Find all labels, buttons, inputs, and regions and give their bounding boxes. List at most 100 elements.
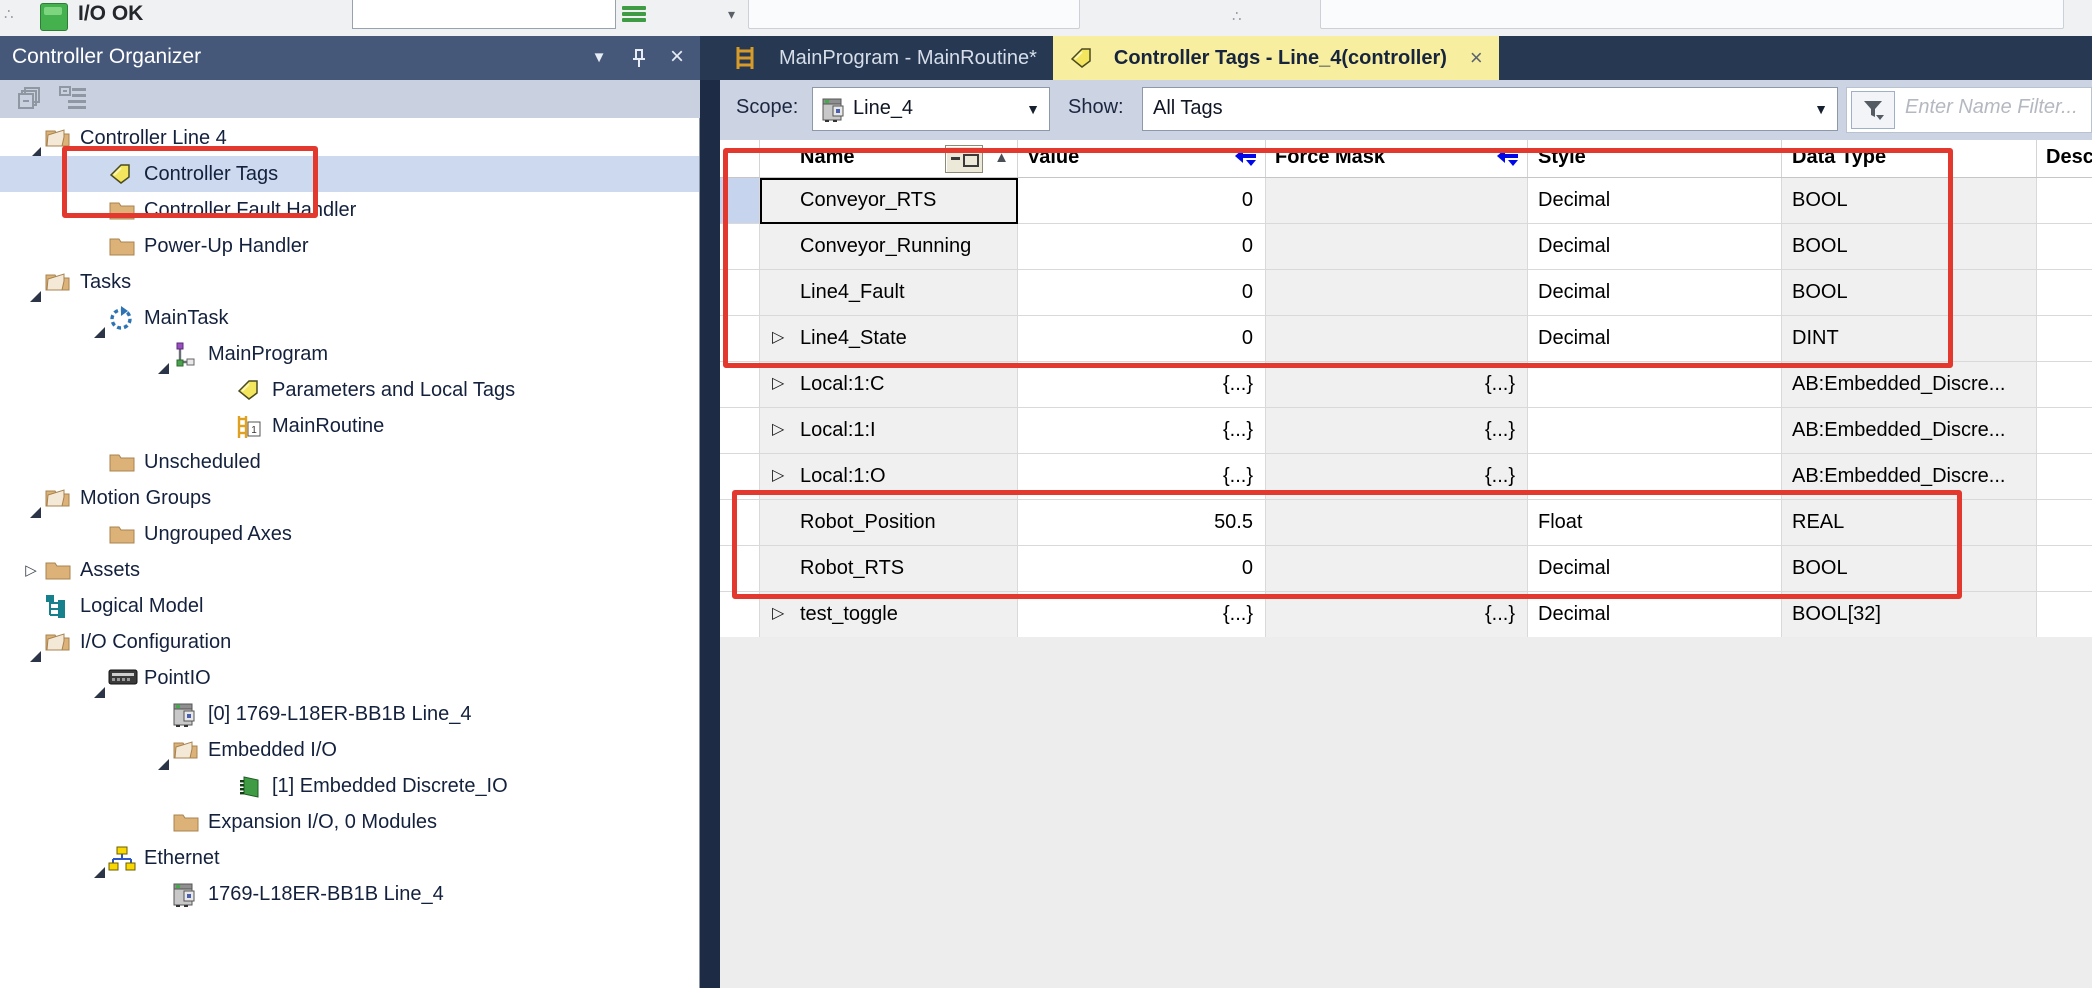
row-selector-cell[interactable] — [720, 454, 760, 500]
window-position-button[interactable]: ▼ — [584, 47, 614, 71]
tree-item-1-embedded-discrete-io[interactable]: [1] Embedded Discrete_IO — [0, 768, 699, 804]
tag-force-mask-cell[interactable]: {...} — [1266, 454, 1528, 500]
tag-value-cell[interactable]: {...} — [1018, 408, 1266, 454]
tag-force-mask-cell[interactable] — [1266, 500, 1528, 546]
tag-data-type-cell[interactable]: REAL — [1782, 500, 2037, 546]
tag-value-cell[interactable]: {...} — [1018, 454, 1266, 500]
tag-value-cell[interactable]: 0 — [1018, 224, 1266, 270]
tree-item-tasks[interactable]: Tasks — [0, 264, 699, 300]
tree-expander-icon[interactable] — [18, 274, 44, 291]
name-filter-input[interactable]: Enter Name Filter... — [1846, 87, 2092, 133]
tree-item-expansion-i-o-0-modules[interactable]: Expansion I/O, 0 Modules — [0, 804, 699, 840]
row-selector-cell[interactable] — [720, 408, 760, 454]
tag-force-mask-cell[interactable] — [1266, 316, 1528, 362]
tag-style-cell[interactable] — [1528, 362, 1782, 408]
tag-name-cell[interactable]: ▷Local:1:C — [760, 362, 1018, 408]
tree-item-controller-line-4[interactable]: Controller Line 4 — [0, 120, 699, 156]
row-selector-cell[interactable] — [720, 316, 760, 362]
tree-item-motion-groups[interactable]: Motion Groups — [0, 480, 699, 516]
tag-description-cell[interactable] — [2037, 316, 2092, 362]
tree-expander-icon[interactable] — [18, 490, 44, 507]
filter-funnel-button[interactable] — [1851, 91, 1895, 129]
tag-style-cell[interactable]: Decimal — [1528, 270, 1782, 316]
tag-value-cell[interactable]: 50.5 — [1018, 500, 1266, 546]
tree-expander-icon[interactable] — [146, 346, 172, 363]
tag-name-cell[interactable]: Robot_RTS — [760, 546, 1018, 592]
tag-name-cell[interactable]: ▷test_toggle — [760, 592, 1018, 638]
collapse-all-icon[interactable] — [16, 85, 46, 113]
tree-expander-icon[interactable] — [18, 130, 44, 147]
column-header-force-mask[interactable]: Force Mask — [1266, 140, 1528, 177]
tree-expander-icon[interactable] — [82, 310, 108, 327]
table-row-local-1-o[interactable]: ▷Local:1:O {...} {...} AB:Embedded_Discr… — [720, 454, 2092, 500]
column-header-data-type[interactable]: Data Type — [1782, 140, 2037, 177]
show-dropdown[interactable]: All Tags ▼ — [1142, 87, 1838, 131]
tag-description-cell[interactable] — [2037, 408, 2092, 454]
row-selector-cell[interactable] — [720, 178, 760, 224]
tag-data-type-cell[interactable]: AB:Embedded_Discre... — [1782, 454, 2037, 500]
tag-value-cell[interactable]: 0 — [1018, 178, 1266, 224]
expand-arrow-icon[interactable]: ▷ — [772, 327, 784, 347]
pin-icon[interactable] — [624, 47, 654, 71]
tree-item-0-1769-l18er-bb1b-line-4[interactable]: [0] 1769-L18ER-BB1B Line_4 — [0, 696, 699, 732]
tag-force-mask-cell[interactable] — [1266, 546, 1528, 592]
column-filter-arrow-icon[interactable] — [1237, 148, 1259, 168]
row-selector-cell[interactable] — [720, 224, 760, 270]
tag-description-cell[interactable] — [2037, 178, 2092, 224]
tab-controller-tags[interactable]: Controller Tags - Line_4(controller) × — [1053, 36, 1499, 80]
tag-description-cell[interactable] — [2037, 454, 2092, 500]
tag-style-cell[interactable]: Decimal — [1528, 316, 1782, 362]
tag-force-mask-cell[interactable]: {...} — [1266, 408, 1528, 454]
tag-style-cell[interactable] — [1528, 408, 1782, 454]
tree-item-i-o-configuration[interactable]: I/O Configuration — [0, 624, 699, 660]
expand-details-icon[interactable] — [58, 85, 88, 113]
tree-expander-icon[interactable] — [82, 670, 108, 687]
tree-item-assets[interactable]: ▷ Assets — [0, 552, 699, 588]
tag-force-mask-cell[interactable]: {...} — [1266, 362, 1528, 408]
table-row-local-1-c[interactable]: ▷Local:1:C {...} {...} AB:Embedded_Discr… — [720, 362, 2092, 408]
tree-item-controller-fault-handler[interactable]: Controller Fault Handler — [0, 192, 699, 228]
tag-description-cell[interactable] — [2037, 592, 2092, 638]
tag-style-cell[interactable]: Decimal — [1528, 546, 1782, 592]
tag-style-cell[interactable]: Float — [1528, 500, 1782, 546]
tree-item-parameters-and-local-tags[interactable]: Parameters and Local Tags — [0, 372, 699, 408]
tree-item-logical-model[interactable]: Logical Model — [0, 588, 699, 624]
close-icon[interactable]: × — [662, 47, 692, 71]
table-row-line4-state[interactable]: ▷Line4_State 0 Decimal DINT — [720, 316, 2092, 362]
tag-name-cell[interactable]: Line4_Fault — [760, 270, 1018, 316]
tree-expander-icon[interactable]: ▷ — [18, 561, 44, 579]
column-header-value[interactable]: Value — [1018, 140, 1266, 177]
tag-name-cell[interactable]: ▷Local:1:O — [760, 454, 1018, 500]
tag-name-cell[interactable]: Conveyor_RTS — [760, 178, 1018, 224]
tag-data-type-cell[interactable]: BOOL — [1782, 270, 2037, 316]
tab-main-routine[interactable]: MainProgram - MainRoutine* — [718, 36, 1053, 80]
row-selector-cell[interactable] — [720, 362, 760, 408]
tag-style-cell[interactable]: Decimal — [1528, 224, 1782, 270]
expand-arrow-icon[interactable]: ▷ — [772, 419, 784, 439]
tag-style-cell[interactable]: Decimal — [1528, 592, 1782, 638]
tag-description-cell[interactable] — [2037, 224, 2092, 270]
tag-name-cell[interactable]: ▷Local:1:I — [760, 408, 1018, 454]
table-row-test-toggle[interactable]: ▷test_toggle {...} {...} Decimal BOOL[32… — [720, 592, 2092, 638]
tree-item-ethernet[interactable]: Ethernet — [0, 840, 699, 876]
tag-force-mask-cell[interactable] — [1266, 178, 1528, 224]
tree-item-embedded-i-o[interactable]: Embedded I/O — [0, 732, 699, 768]
table-row-conveyor-running[interactable]: Conveyor_Running 0 Decimal BOOL — [720, 224, 2092, 270]
toolbar-combobox[interactable] — [352, 0, 616, 29]
tree-expander-icon[interactable] — [82, 850, 108, 867]
expand-arrow-icon[interactable]: ▷ — [772, 373, 784, 393]
tag-value-cell[interactable]: 0 — [1018, 270, 1266, 316]
table-row-robot-rts[interactable]: Robot_RTS 0 Decimal BOOL — [720, 546, 2092, 592]
tree-item-maintask[interactable]: MainTask — [0, 300, 699, 336]
tag-data-type-cell[interactable]: BOOL — [1782, 178, 2037, 224]
tag-value-cell[interactable]: {...} — [1018, 592, 1266, 638]
tree-item-power-up-handler[interactable]: Power-Up Handler — [0, 228, 699, 264]
tag-description-cell[interactable] — [2037, 270, 2092, 316]
tag-style-cell[interactable]: Decimal — [1528, 178, 1782, 224]
tag-description-cell[interactable] — [2037, 362, 2092, 408]
tag-data-type-cell[interactable]: BOOL — [1782, 546, 2037, 592]
tag-value-cell[interactable]: 0 — [1018, 546, 1266, 592]
row-selector-cell[interactable] — [720, 270, 760, 316]
tree-item-unscheduled[interactable]: Unscheduled — [0, 444, 699, 480]
tab-close-icon[interactable]: × — [1470, 45, 1483, 71]
